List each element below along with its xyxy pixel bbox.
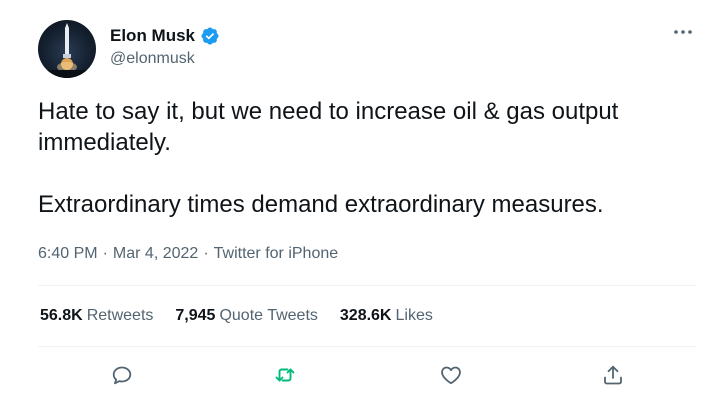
more-dots-icon	[674, 30, 692, 34]
user-handle[interactable]: @elonmusk	[110, 50, 195, 68]
retweet-button[interactable]	[270, 360, 300, 390]
tweet-text-line-1: Hate to say it, but we need to increase …	[38, 98, 619, 156]
user-name[interactable]: Elon Musk	[110, 26, 195, 46]
quote-tweets-label: Quote Tweets	[219, 307, 318, 324]
tweet-source[interactable]: Twitter for iPhone	[214, 245, 339, 262]
like-icon	[441, 366, 461, 385]
user-name-row[interactable]: Elon Musk	[110, 26, 220, 46]
tweet-date[interactable]: Mar 4, 2022	[113, 245, 198, 262]
share-icon	[604, 365, 622, 385]
reply-icon	[112, 366, 132, 385]
meta-separator-2: ·	[203, 245, 209, 262]
verified-badge-icon	[201, 27, 219, 45]
tweet-text-line-2: Extraordinary times demand extraordinary…	[38, 191, 604, 218]
tweet-actions	[0, 360, 711, 392]
quote-tweets-stat[interactable]: 7,945 Quote Tweets	[175, 307, 317, 325]
likes-label: Likes	[395, 307, 433, 324]
retweet-icon	[275, 368, 295, 382]
tweet-card: Elon Musk @elonmusk Hate to say it, but …	[0, 0, 711, 408]
divider-bottom	[38, 346, 696, 347]
tweet-meta: 6:40 PM · Mar 4, 2022 · Twitter for iPhone	[38, 245, 338, 263]
tweet-time[interactable]: 6:40 PM	[38, 245, 98, 262]
meta-separator-1: ·	[102, 245, 108, 262]
like-button[interactable]	[436, 360, 466, 390]
retweets-count: 56.8K	[40, 307, 83, 324]
more-options-button[interactable]	[670, 22, 696, 42]
likes-stat[interactable]: 328.6K Likes	[340, 307, 433, 325]
quote-tweets-count: 7,945	[175, 307, 216, 324]
retweets-stat[interactable]: 56.8K Retweets	[40, 307, 153, 325]
retweets-label: Retweets	[86, 307, 154, 324]
reply-button[interactable]	[107, 360, 137, 390]
likes-count: 328.6K	[339, 307, 392, 324]
tweet-text: Hate to say it, but we need to increase …	[38, 96, 698, 220]
rocket-avatar-icon	[38, 23, 96, 78]
share-button[interactable]	[598, 360, 628, 390]
tweet-stats: 56.8K Retweets 7,945 Quote Tweets 328.6K Li…	[40, 307, 433, 325]
divider-top	[38, 285, 696, 286]
avatar[interactable]	[38, 20, 96, 78]
